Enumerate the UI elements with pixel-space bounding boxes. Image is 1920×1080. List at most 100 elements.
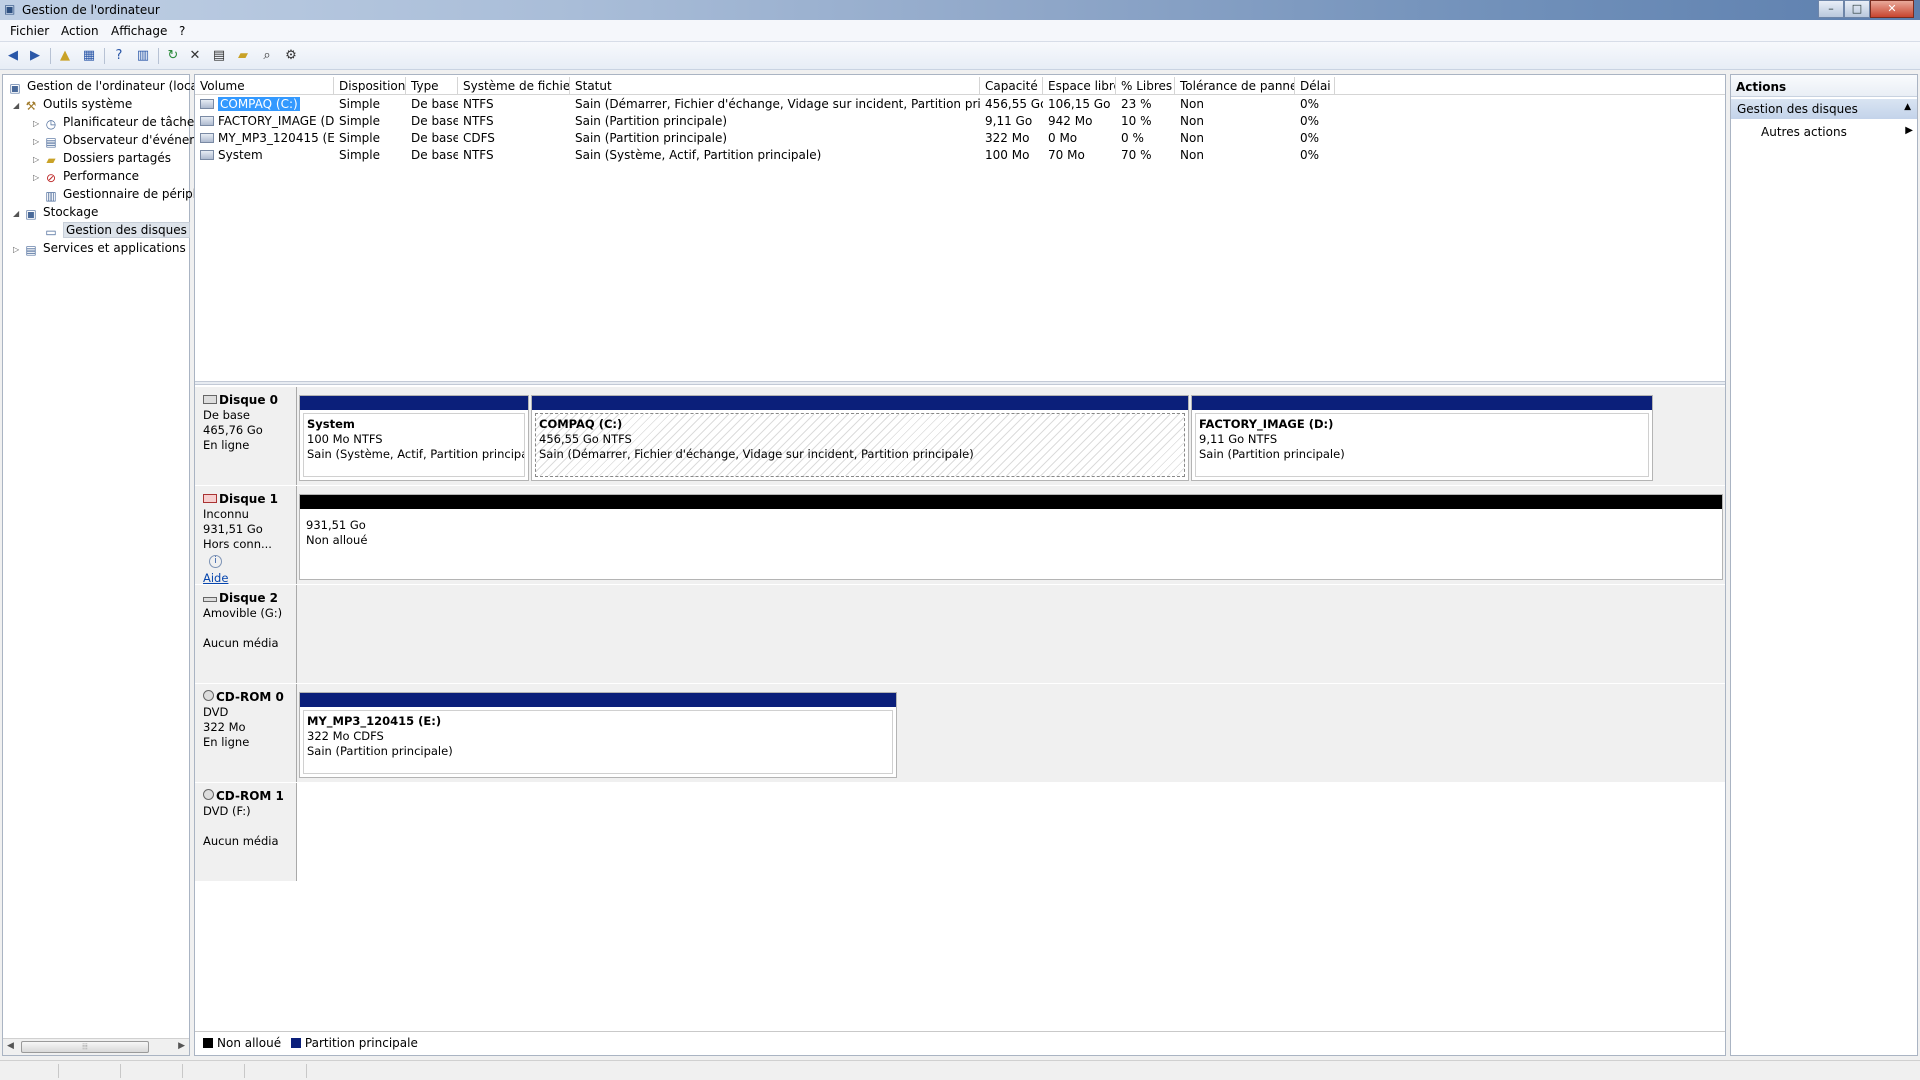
storage-icon: ▣ xyxy=(25,207,37,221)
shared-folder-icon: ▰ xyxy=(46,153,56,167)
column-header-fault-tolerance[interactable]: Tolérance de pannes xyxy=(1175,77,1295,95)
menu-help[interactable]: ? xyxy=(179,24,185,38)
tree-item-performance[interactable]: ▷ ⊘ Performance xyxy=(33,167,139,185)
partition-system[interactable]: System 100 Mo NTFS Sain (Système, Actif,… xyxy=(299,395,529,481)
window-title: Gestion de l'ordinateur xyxy=(22,3,160,17)
partition-factory-image-d[interactable]: FACTORY_IMAGE (D:) 9,11 Go NTFS Sain (Pa… xyxy=(1191,395,1653,481)
cell-disposition: Simple xyxy=(339,97,380,111)
pane-splitter[interactable] xyxy=(195,381,1725,385)
cell-capacity: 456,55 Go xyxy=(985,97,1043,111)
scroll-left-icon[interactable]: ◀ xyxy=(7,1041,14,1051)
up-folder-icon[interactable]: ▲ xyxy=(56,47,74,65)
table-row[interactable]: MY_MP3_120415 (E:) Simple De base CDFS Sain … xyxy=(195,130,1725,147)
column-header-free-space[interactable]: Espace libre xyxy=(1043,77,1116,95)
column-header-filesystem[interactable]: Système de fichiers xyxy=(458,77,570,95)
partition-unallocated[interactable]: 931,51 Go Non alloué xyxy=(299,494,1723,580)
back-arrow-icon[interactable]: ◀ xyxy=(4,47,22,65)
expand-arrow-icon[interactable]: ▷ xyxy=(13,241,23,259)
disk-row-cdrom-0: CD-ROM 0 DVD 322 Mo En ligne MY_MP3_1204… xyxy=(195,684,1725,782)
partition-my-mp3-e[interactable]: MY_MP3_120415 (E:) 322 Mo CDFS Sain (Par… xyxy=(299,692,897,778)
actions-pane: Actions Gestion des disques ▲ Autres act… xyxy=(1730,74,1918,1056)
tree-horizontal-scrollbar[interactable]: ◀ ⦙⦙⦙ ▶ xyxy=(3,1038,189,1055)
disk-partitions-cdrom-1 xyxy=(297,783,1725,881)
volume-icon xyxy=(200,99,214,109)
column-header-capacity[interactable]: Capacité xyxy=(980,77,1043,95)
collapse-arrow-icon[interactable]: ◢ xyxy=(13,97,23,115)
table-row[interactable]: FACTORY_IMAGE (D:) Simple De base NTFS Sain … xyxy=(195,113,1725,130)
navigation-tree: ▣ Gestion de l'ordinateur (local) ◢ ⚒ Outil… xyxy=(2,74,208,1056)
tree-item-computer-management[interactable]: ▣ Gestion de l'ordinateur (local) xyxy=(7,77,206,95)
action-more-actions[interactable]: Autres actions ▶ xyxy=(1761,125,1913,139)
cell-delay: 0% xyxy=(1300,131,1320,145)
disk-info-1[interactable]: Disque 1 Inconnu 931,51 Go Hors conn...i… xyxy=(195,486,297,585)
legend-swatch-unallocated xyxy=(203,1038,213,1048)
column-header-volume[interactable]: Volume xyxy=(195,77,334,95)
tree-item-task-scheduler[interactable]: ▷ ◷ Planificateur de tâches xyxy=(33,113,201,131)
volume-table-header: Volume Disposition Type Système de fichi… xyxy=(195,77,1725,95)
expand-arrow-icon[interactable]: ▷ xyxy=(33,169,43,187)
legend: Non alloué Partition principale xyxy=(195,1031,1725,1055)
tree-item-storage[interactable]: ◢ ▣ Stockage xyxy=(13,203,98,221)
cell-capacity: 322 Mo xyxy=(985,131,1030,145)
menu-action[interactable]: Action xyxy=(61,24,99,38)
disk-info-2[interactable]: Disque 2 Amovible (G:) Aucun média xyxy=(195,585,297,683)
tree-item-services-applications[interactable]: ▷ ▤ Services et applications xyxy=(13,239,186,257)
tree-item-disk-management[interactable]: ▭ Gestion des disques xyxy=(43,221,190,239)
cell-percent-free: 23 % xyxy=(1121,97,1152,111)
column-header-percent-free[interactable]: % Libres xyxy=(1116,77,1175,95)
collapse-arrow-icon[interactable]: ◢ xyxy=(13,205,23,223)
cell-disposition: Simple xyxy=(339,131,380,145)
cell-type: De base xyxy=(411,114,458,128)
cdrom-icon xyxy=(203,789,214,800)
table-row[interactable]: System Simple De base NTFS Sain (Système, Ac… xyxy=(195,147,1725,164)
close-button[interactable]: ✕ xyxy=(1870,0,1914,18)
maximize-button[interactable]: □ xyxy=(1844,0,1870,18)
scrollbar-thumb[interactable]: ⦙⦙⦙ xyxy=(21,1041,149,1053)
toolbar: ◀ ▶ ▲ ▦ ? ▥ ↻ ✕ ▤ ▰ ⌕ ⚙ xyxy=(0,42,1920,70)
tree-item-device-manager[interactable]: ▥ Gestionnaire de périphé xyxy=(43,185,207,203)
window-controls: – □ ✕ xyxy=(1818,0,1914,18)
disk-info-cdrom-1[interactable]: CD-ROM 1 DVD (F:) Aucun média xyxy=(195,783,297,881)
tree-item-event-viewer[interactable]: ▷ ▤ Observateur d'événeme xyxy=(33,131,208,149)
actions-section-disk-management[interactable]: Gestion des disques ▲ xyxy=(1731,99,1917,119)
disk-info-cdrom-0[interactable]: CD-ROM 0 DVD 322 Mo En ligne xyxy=(195,684,297,782)
column-header-delay[interactable]: Délai xyxy=(1295,77,1335,95)
collapse-up-icon[interactable]: ▲ xyxy=(1904,102,1911,112)
open-folder-icon[interactable]: ▰ xyxy=(234,47,252,65)
actions-title: Actions xyxy=(1731,75,1917,97)
title-bar[interactable]: ▣ Gestion de l'ordinateur – □ ✕ xyxy=(0,0,1920,20)
column-header-type[interactable]: Type xyxy=(406,77,458,95)
search-icon[interactable]: ⌕ xyxy=(258,47,276,65)
menu-file[interactable]: Fichier xyxy=(10,24,49,38)
show-hide-tree-icon[interactable]: ▦ xyxy=(80,47,98,65)
tree-item-system-tools[interactable]: ◢ ⚒ Outils système xyxy=(13,95,132,113)
tree-item-shared-folders[interactable]: ▷ ▰ Dossiers partagés xyxy=(33,149,171,167)
menu-view[interactable]: Affichage xyxy=(111,24,167,38)
refresh-icon[interactable]: ↻ xyxy=(164,47,182,65)
minimize-button[interactable]: – xyxy=(1818,0,1844,18)
status-segment xyxy=(306,1064,307,1078)
column-header-status[interactable]: Statut xyxy=(570,77,980,95)
settings-icon[interactable]: ⚙ xyxy=(282,47,300,65)
help-link[interactable]: Aide xyxy=(203,571,228,585)
disk-info-0[interactable]: Disque 0 De base 465,76 Go En ligne xyxy=(195,387,297,485)
cell-volume: MY_MP3_120415 (E:) xyxy=(195,130,334,147)
scroll-right-icon[interactable]: ▶ xyxy=(178,1041,185,1051)
partition-compaq-c[interactable]: COMPAQ (C:) 456,55 Go NTFS Sain (Démarre… xyxy=(531,395,1189,481)
partition-bar xyxy=(300,693,896,707)
cell-percent-free: 0 % xyxy=(1121,131,1144,145)
disk-partitions-cdrom-0: MY_MP3_120415 (E:) 322 Mo CDFS Sain (Par… xyxy=(297,684,1725,782)
properties-icon[interactable]: ▤ xyxy=(210,47,228,65)
cell-status: Sain (Démarrer, Fichier d'échange, Vidag… xyxy=(575,97,980,111)
show-hide-action-pane-icon[interactable]: ▥ xyxy=(134,47,152,65)
event-viewer-icon: ▤ xyxy=(45,135,57,149)
info-icon[interactable]: i xyxy=(209,555,222,568)
help-icon[interactable]: ? xyxy=(110,47,128,65)
table-row[interactable]: COMPAQ (C:) Simple De base NTFS Sain (Démarr… xyxy=(195,96,1725,113)
delete-icon[interactable]: ✕ xyxy=(186,47,204,65)
cell-type: De base xyxy=(411,148,458,162)
disk-partitions-2 xyxy=(297,585,1725,683)
column-header-disposition[interactable]: Disposition xyxy=(334,77,406,95)
forward-arrow-icon[interactable]: ▶ xyxy=(26,47,44,65)
volume-icon xyxy=(200,116,214,126)
